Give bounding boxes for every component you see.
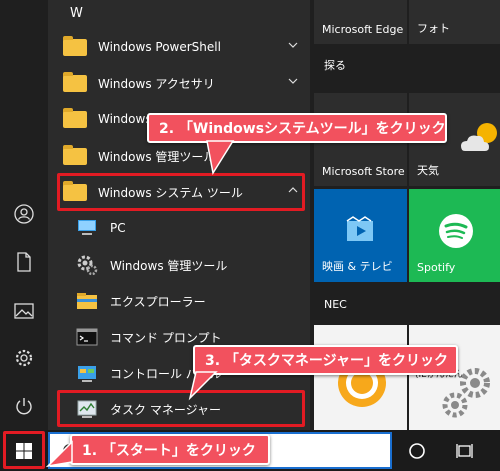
item-label: Windows PowerShell — [98, 40, 221, 54]
cmd-icon — [74, 327, 100, 347]
start-rail — [0, 0, 48, 430]
highlight-system-tools — [57, 173, 305, 211]
section-letter[interactable]: W — [70, 6, 83, 21]
item-label: Windows アクセサリ — [98, 76, 215, 91]
tile-label: 映画 & テレビ — [322, 260, 393, 273]
chevron-down-icon — [288, 42, 298, 48]
callout-pointer — [188, 371, 218, 401]
movies-tv-icon — [346, 216, 373, 241]
callout-step-1: 1. 「スタート」をクリック — [70, 434, 270, 465]
tile-group-header: NEC — [324, 298, 347, 311]
item-label: Windows 管理ツール — [98, 149, 216, 164]
app-pc[interactable]: PC — [48, 210, 310, 246]
user-icon[interactable] — [0, 194, 48, 234]
tile-spotify[interactable]: Spotify — [409, 189, 500, 282]
control-panel-icon — [74, 363, 100, 383]
folder-icon — [62, 35, 88, 57]
folder-windows-admin-tools[interactable]: Windows 管理ツール — [48, 138, 310, 174]
callout-pointer — [206, 140, 235, 176]
pictures-icon[interactable] — [0, 291, 48, 331]
folder-windows-accessories[interactable]: Windows アクセサリ — [48, 65, 310, 101]
pc-icon — [74, 218, 100, 238]
tile-ie-easy-setup[interactable]: (IEかんたん — [409, 325, 500, 430]
task-view-button[interactable] — [441, 430, 489, 471]
folder-icon — [62, 107, 88, 129]
callout-step-2: 2. 「Windowsシステムツール」をクリック — [147, 113, 447, 143]
highlight-task-manager — [57, 390, 305, 427]
tile-nec-app[interactable] — [314, 325, 407, 430]
callout-step-3: 3. 「タスクマネージャー」をクリック — [193, 345, 458, 375]
chevron-down-icon — [288, 78, 298, 84]
tile-label: 天気 — [417, 164, 439, 177]
documents-icon[interactable] — [0, 242, 48, 282]
weather-sun-cloud-icon — [461, 123, 497, 151]
item-label: コマンド プロンプト — [110, 330, 222, 345]
tile-label: Microsoft Store — [322, 165, 405, 178]
tile-photos[interactable]: フォト — [409, 0, 500, 44]
power-icon[interactable] — [0, 386, 48, 426]
app-windows-admin-tools[interactable]: Windows 管理ツール — [48, 247, 310, 283]
tile-microsoft-edge[interactable]: Microsoft Edge — [314, 0, 407, 44]
folder-icon — [62, 144, 88, 166]
tile-group-header: 探る — [324, 59, 346, 72]
tile-movies-tv[interactable]: 映画 & テレビ — [314, 189, 407, 282]
tile-label: Spotify — [417, 261, 456, 274]
settings-gear-icon[interactable] — [0, 338, 48, 378]
item-label: PC — [110, 221, 126, 235]
item-label: エクスプローラー — [110, 294, 206, 309]
admin-tools-icon — [74, 255, 100, 276]
callout-pointer — [45, 440, 73, 468]
folder-icon — [62, 71, 88, 93]
explorer-icon — [74, 291, 100, 311]
folder-windows-powershell[interactable]: Windows PowerShell — [48, 29, 310, 65]
cortana-circle-icon — [409, 442, 425, 459]
spotify-logo-icon — [439, 214, 473, 248]
app-explorer[interactable]: エクスプローラー — [48, 283, 310, 319]
cortana-button[interactable] — [393, 430, 441, 471]
item-label: Windows — [98, 112, 152, 126]
item-label: Windows 管理ツール — [110, 258, 228, 273]
tile-label: フォト — [417, 22, 450, 35]
tile-label: Microsoft Edge — [322, 23, 404, 36]
highlight-start-button — [3, 431, 45, 469]
task-view-icon — [456, 443, 473, 458]
